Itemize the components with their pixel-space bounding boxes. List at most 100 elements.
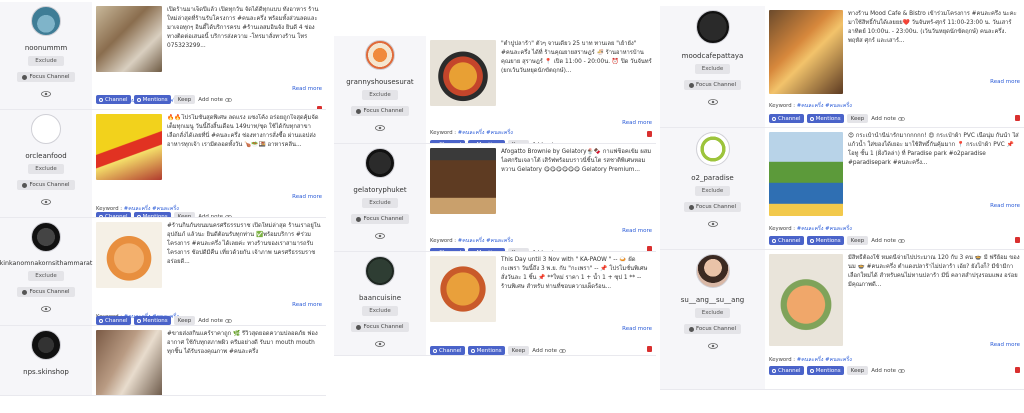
- eye-icon[interactable]: [707, 221, 718, 227]
- exclude-button[interactable]: Exclude: [28, 271, 64, 281]
- eye-icon[interactable]: [375, 125, 385, 131]
- post-thumbnail[interactable]: [430, 256, 496, 322]
- focus-channel-button[interactable]: Focus Channel: [17, 287, 75, 297]
- eye-icon[interactable]: [559, 348, 566, 353]
- exclude-button[interactable]: Exclude: [362, 90, 398, 100]
- channel-button[interactable]: Channel: [769, 114, 804, 123]
- add-note-button[interactable]: Add note: [532, 348, 566, 354]
- avatar[interactable]: [31, 330, 61, 360]
- add-note-button[interactable]: Add note: [198, 97, 232, 103]
- focus-channel-button[interactable]: Focus Channel: [683, 80, 742, 90]
- avatar[interactable]: [31, 222, 61, 252]
- exclude-button[interactable]: Exclude: [694, 308, 731, 318]
- keep-button[interactable]: Keep: [173, 95, 196, 104]
- keyword-value[interactable]: #คนละครึ่ง #คนละครึ่ง: [797, 357, 852, 363]
- channel-button[interactable]: Channel: [430, 346, 465, 355]
- eye-icon[interactable]: [375, 233, 385, 239]
- mentions-button[interactable]: Mentions: [806, 114, 844, 123]
- post-thumbnail[interactable]: [430, 148, 496, 214]
- mentions-button[interactable]: Mentions: [806, 236, 844, 245]
- keep-button[interactable]: Keep: [846, 366, 869, 375]
- post-thumbnail[interactable]: [96, 330, 162, 395]
- read-more-link[interactable]: Read more: [622, 326, 652, 332]
- keep-button[interactable]: Keep: [507, 346, 530, 355]
- focus-channel-button[interactable]: Focus Channel: [351, 106, 409, 116]
- trash-icon[interactable]: [1015, 237, 1020, 243]
- username[interactable]: gelatoryphuket: [353, 186, 406, 194]
- avatar[interactable]: [31, 6, 61, 36]
- username[interactable]: noonummm: [25, 44, 67, 52]
- eye-icon[interactable]: [41, 306, 51, 312]
- focus-channel-button[interactable]: Focus Channel: [683, 202, 742, 212]
- add-note-button[interactable]: Add note: [871, 238, 905, 244]
- read-more-link[interactable]: Read more: [622, 120, 652, 126]
- avatar[interactable]: [695, 254, 730, 288]
- read-more-link[interactable]: Read more: [990, 342, 1020, 348]
- eye-icon[interactable]: [41, 91, 51, 97]
- focus-channel-button[interactable]: Focus Channel: [683, 324, 742, 334]
- eye-icon[interactable]: [225, 318, 232, 323]
- eye-icon[interactable]: [898, 116, 905, 121]
- trash-icon[interactable]: [1015, 115, 1020, 121]
- read-more-link[interactable]: Read more: [292, 194, 322, 200]
- post-thumbnail[interactable]: [430, 40, 496, 106]
- post-thumbnail[interactable]: [769, 132, 843, 216]
- post-thumbnail[interactable]: [96, 114, 162, 180]
- username[interactable]: moodcafepattaya: [682, 52, 744, 60]
- avatar[interactable]: [31, 114, 61, 144]
- username[interactable]: grannyshousesurat: [346, 78, 413, 86]
- avatar[interactable]: [365, 148, 395, 178]
- avatar[interactable]: [365, 40, 395, 70]
- focus-channel-button[interactable]: Focus Channel: [351, 214, 409, 224]
- exclude-button[interactable]: Exclude: [694, 64, 731, 74]
- channel-button[interactable]: Channel: [96, 316, 131, 325]
- keyword-value[interactable]: #คนละครึ่ง #คนละครึ่ง: [458, 238, 513, 244]
- eye-icon[interactable]: [898, 368, 905, 373]
- avatar[interactable]: [695, 132, 730, 166]
- username[interactable]: baancuisine: [359, 294, 401, 302]
- channel-button[interactable]: Channel: [769, 366, 804, 375]
- keyword-value[interactable]: #คนละครึ่ง #คนละครึ่ง: [797, 103, 852, 109]
- read-more-link[interactable]: Read more: [990, 203, 1020, 209]
- trash-icon[interactable]: [647, 131, 652, 137]
- keep-button[interactable]: Keep: [173, 316, 196, 325]
- mentions-button[interactable]: Mentions: [133, 316, 171, 325]
- mentions-button[interactable]: Mentions: [133, 95, 171, 104]
- eye-icon[interactable]: [898, 238, 905, 243]
- exclude-button[interactable]: Exclude: [28, 164, 64, 174]
- read-more-link[interactable]: Read more: [622, 228, 652, 234]
- keep-button[interactable]: Keep: [846, 114, 869, 123]
- post-thumbnail[interactable]: [769, 254, 843, 346]
- add-note-button[interactable]: Add note: [871, 368, 905, 374]
- focus-channel-button[interactable]: Focus Channel: [351, 322, 409, 332]
- username[interactable]: su__ang__su__ang: [681, 296, 745, 304]
- eye-icon[interactable]: [225, 97, 232, 102]
- add-note-button[interactable]: Add note: [871, 116, 905, 122]
- eye-icon[interactable]: [375, 341, 385, 347]
- post-thumbnail[interactable]: [769, 10, 843, 94]
- exclude-button[interactable]: Exclude: [28, 56, 64, 66]
- post-thumbnail[interactable]: [96, 6, 162, 72]
- keep-button[interactable]: Keep: [846, 236, 869, 245]
- channel-button[interactable]: Channel: [96, 95, 131, 104]
- exclude-button[interactable]: Exclude: [694, 186, 731, 196]
- username[interactable]: o2_paradise: [691, 174, 733, 182]
- trash-icon[interactable]: [1015, 367, 1020, 373]
- keyword-value[interactable]: #คนละครึ่ง #คนละครึ่ง: [458, 130, 513, 136]
- eye-icon[interactable]: [707, 343, 718, 349]
- eye-icon[interactable]: [707, 99, 718, 105]
- read-more-link[interactable]: Read more: [990, 79, 1020, 85]
- channel-button[interactable]: Channel: [769, 236, 804, 245]
- focus-channel-button[interactable]: Focus Channel: [17, 72, 75, 82]
- avatar[interactable]: [695, 10, 730, 44]
- username[interactable]: orcleanfood: [25, 152, 66, 160]
- username[interactable]: kinkanomnakornsithammarat: [0, 260, 92, 267]
- post-thumbnail[interactable]: [96, 222, 162, 288]
- exclude-button[interactable]: Exclude: [362, 306, 398, 316]
- mentions-button[interactable]: Mentions: [806, 366, 844, 375]
- exclude-button[interactable]: Exclude: [362, 198, 398, 208]
- keyword-value[interactable]: #คนละครึ่ง #คนละครึ่ง: [797, 226, 852, 232]
- mentions-button[interactable]: Mentions: [467, 346, 505, 355]
- username[interactable]: nps.skinshop: [23, 368, 69, 376]
- eye-icon[interactable]: [41, 199, 51, 205]
